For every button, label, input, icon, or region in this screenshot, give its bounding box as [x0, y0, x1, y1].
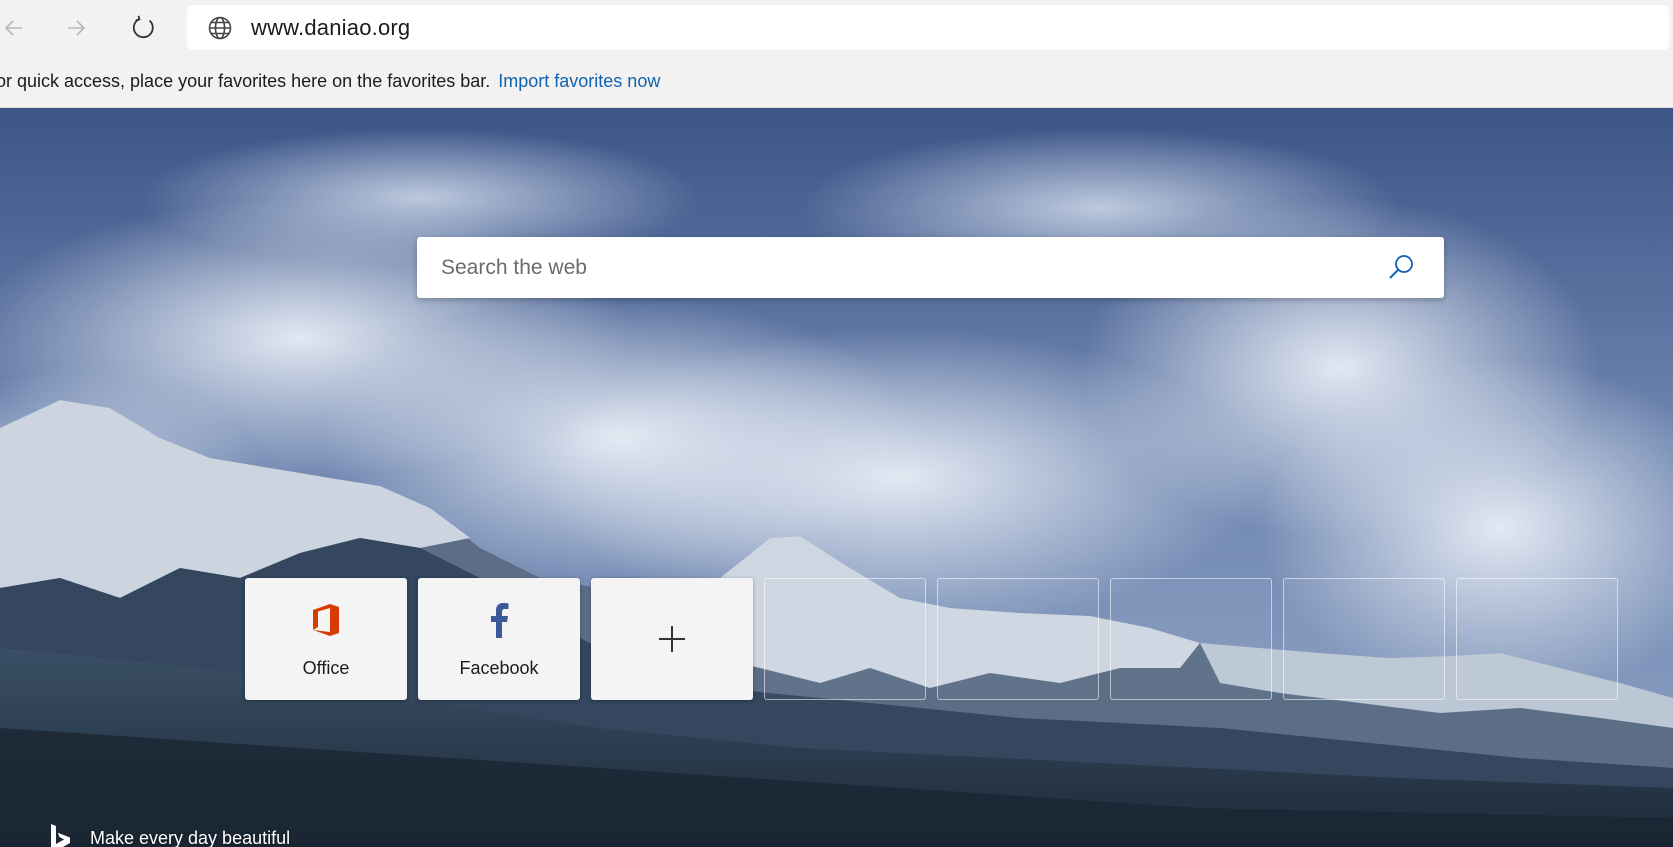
background-image — [0, 108, 1673, 847]
favorites-bar-message: or quick access, place your favorites he… — [0, 71, 491, 91]
favorites-bar: or quick access, place your favorites he… — [0, 56, 1673, 108]
empty-tile-slot — [1456, 578, 1618, 700]
empty-tile-slot — [1283, 578, 1445, 700]
import-favorites-link[interactable]: Import favorites now — [498, 71, 660, 92]
search-button[interactable] — [1384, 251, 1418, 285]
tile-label: Facebook — [459, 658, 539, 678]
arrow-right-icon — [68, 20, 86, 36]
tile-label: Office — [302, 658, 350, 678]
arrow-left-icon — [4, 20, 22, 36]
top-site-tile-facebook[interactable]: Facebook — [418, 578, 580, 700]
url-text: www.daniao.org — [251, 14, 411, 40]
empty-tile-slot — [937, 578, 1099, 700]
bing-tagline: Make every day beautiful — [90, 827, 291, 847]
address-bar[interactable]: www.daniao.org — [187, 5, 1669, 50]
search-input[interactable] — [439, 237, 1339, 298]
browser-toolbar: www.daniao.org — [0, 0, 1673, 56]
office-icon — [245, 600, 407, 640]
bing-icon — [51, 824, 70, 847]
facebook-icon — [418, 600, 580, 640]
refresh-icon — [132, 15, 154, 39]
empty-tile-slot — [764, 578, 926, 700]
forward-button[interactable] — [56, 8, 96, 48]
add-site-tile[interactable] — [591, 578, 753, 700]
search-icon — [1389, 255, 1413, 279]
search-box — [417, 237, 1444, 298]
globe-icon — [207, 15, 233, 41]
empty-tile-slot — [1110, 578, 1272, 700]
refresh-button[interactable] — [124, 8, 164, 48]
bing-footer[interactable]: Make every day beautiful — [48, 823, 290, 847]
plus-icon — [591, 578, 753, 700]
top-site-tile-office[interactable]: Office — [245, 578, 407, 700]
back-button[interactable] — [0, 8, 34, 48]
new-tab-page: Office Facebook Make every day beautiful — [0, 108, 1673, 847]
